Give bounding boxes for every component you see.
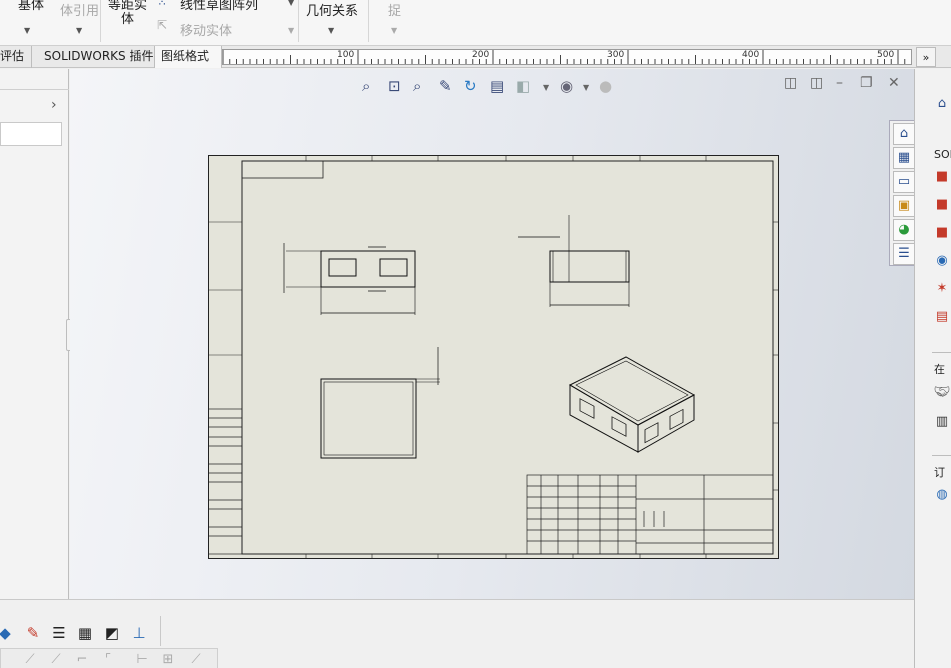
sketch-tool-icon[interactable]: ⌐ xyxy=(73,652,91,668)
chevron-down-icon[interactable]: ▼ xyxy=(328,26,334,35)
tools-icon[interactable]: ✶ xyxy=(932,279,951,299)
pane-divider xyxy=(932,352,951,353)
chevron-down-icon[interactable]: ▼ xyxy=(76,26,82,35)
appearance-icon[interactable]: ● xyxy=(599,77,612,95)
linear-pattern-icon: ⁙ xyxy=(157,0,168,9)
hide-show-edges-icon[interactable]: ◩ xyxy=(101,622,123,644)
eraser-icon[interactable]: ◆ xyxy=(0,622,16,644)
task-pane-tabs: ⌂ ▦ ▭ ▣ ◕ ☰ xyxy=(889,120,917,266)
minimize-icon[interactable]: – xyxy=(836,75,843,91)
tab-solidworks-addins[interactable]: SOLIDWORKS 插件 xyxy=(38,46,155,68)
command-tabs-bar: 评估 SOLIDWORKS 插件 图纸格式 100 200 300 400 50… xyxy=(0,46,951,68)
color-display-icon[interactable]: ⊥ xyxy=(128,622,150,644)
ruler-label: 200 xyxy=(472,50,490,60)
base-body-button[interactable]: 基体 xyxy=(18,0,44,13)
panel-divider xyxy=(0,89,69,90)
chevron-down-icon[interactable]: ▼ xyxy=(543,83,549,92)
line-style-icon[interactable]: ▦ xyxy=(74,622,96,644)
ruler-ticks xyxy=(223,50,906,64)
chevron-down-icon[interactable]: ▼ xyxy=(288,26,294,35)
line-color-icon[interactable]: ✎ xyxy=(22,622,44,644)
close-icon[interactable]: ✕ xyxy=(888,75,900,91)
body-reference-button[interactable]: 体引用 xyxy=(60,0,99,19)
viewer-icon[interactable]: ◉ xyxy=(932,251,951,271)
zoom-area-icon[interactable]: ⊡ xyxy=(388,77,401,95)
view-palette-icon[interactable]: ▣ xyxy=(893,195,915,217)
filter-input[interactable] xyxy=(0,122,62,146)
move-entities-icon: ⇱ xyxy=(157,18,168,32)
rotate-icon[interactable]: ↻ xyxy=(464,77,477,95)
solidworks-resource-icon[interactable]: ■ xyxy=(932,195,951,215)
zoom-to-fit-icon[interactable]: ⌕ xyxy=(362,77,370,95)
appearances-icon[interactable]: ◕ xyxy=(893,219,915,241)
toolbar-divider xyxy=(160,616,161,646)
graphics-area[interactable]: ⌕ ⊡ ⌕ ✎ ↻ ▤ ◧ ▼ ◉ ▼ ● ◫ ◫ – ❐ ✕ xyxy=(70,69,914,599)
quick-snaps-button[interactable]: 捉 xyxy=(388,0,401,19)
move-entities-button[interactable]: 移动实体 xyxy=(180,20,232,39)
chevron-down-icon[interactable]: ▼ xyxy=(391,26,397,35)
linear-sketch-pattern-button[interactable]: 线性草图阵列 xyxy=(180,0,258,13)
relations-button[interactable]: 几何关系 xyxy=(306,0,358,19)
horizontal-ruler: 100 200 300 400 500 xyxy=(222,49,912,65)
ruler-label: 300 xyxy=(607,50,625,60)
sheet-border xyxy=(208,155,779,559)
command-manager-ribbon: 基体 ▼ 体引用 ▼ 等距实 体 ⁙ 线性草图阵列 ▼ ⇱ 移动实体 ▼ 几何关… xyxy=(0,0,951,46)
offset-entities-label-line2: 体 xyxy=(121,12,135,27)
sketch-tool-icon[interactable]: ⌜ xyxy=(99,652,117,668)
handshake-icon[interactable]: 🤝︎ xyxy=(932,383,951,403)
ribbon-divider xyxy=(368,0,369,42)
globe-icon[interactable]: ◍ xyxy=(932,485,951,505)
sketch-tool-icon[interactable]: ⟋ xyxy=(187,652,205,668)
sketch-toolbar: ◆ ✎ ☰ ▦ ◩ ⊥ ⟋ ⟋ ⌐ ⌜ ⊢ ⊞ ⟋ xyxy=(0,599,914,668)
chevron-down-icon[interactable]: ▼ xyxy=(583,83,589,92)
double-chevron-right-icon[interactable]: » xyxy=(916,47,936,67)
feature-manager-panel: › xyxy=(0,69,76,599)
tile-left-icon[interactable]: ◫ xyxy=(784,75,797,91)
task-pane-section-label: 订 xyxy=(934,466,945,479)
3d-parts-icon[interactable]: ▦ xyxy=(893,147,915,169)
chevron-down-icon[interactable]: ▼ xyxy=(24,26,30,35)
home-icon[interactable]: ⌂ xyxy=(932,94,951,114)
line-thickness-icon[interactable]: ☰ xyxy=(48,622,70,644)
pan-icon[interactable]: ✎ xyxy=(439,77,452,95)
chevron-right-icon[interactable]: › xyxy=(51,97,57,113)
ruler-label: 400 xyxy=(742,50,760,60)
zoom-previous-icon[interactable]: ⌕ xyxy=(413,77,421,95)
restore-icon[interactable]: ❐ xyxy=(860,75,873,91)
solidworks-resource-icon[interactable]: ■ xyxy=(932,167,951,187)
tile-right-icon[interactable]: ◫ xyxy=(810,75,823,91)
view-orientation-icon[interactable]: ▤ xyxy=(490,77,504,95)
building-icon[interactable]: ▥ xyxy=(932,412,951,432)
tab-evaluate[interactable]: 评估 xyxy=(0,46,32,68)
display-style-icon[interactable]: ◧ xyxy=(516,77,530,95)
sketch-tool-icon[interactable]: ⊢ xyxy=(133,652,151,668)
document-icon[interactable]: ▤ xyxy=(932,307,951,327)
pane-divider xyxy=(932,455,951,456)
ruler-label: 500 xyxy=(877,50,895,60)
sketch-tool-icon[interactable]: ⟋ xyxy=(47,652,65,668)
task-pane-section-label: SOL xyxy=(934,148,951,161)
solidworks-resource-icon[interactable]: ■ xyxy=(932,223,951,243)
ribbon-divider xyxy=(100,0,101,42)
tab-sheet-format[interactable]: 图纸格式 xyxy=(155,46,222,68)
sketch-tool-icon[interactable]: ⟋ xyxy=(21,652,39,668)
ribbon-divider xyxy=(298,0,299,42)
custom-properties-icon[interactable]: ☰ xyxy=(893,243,915,265)
chevron-down-icon[interactable]: ▼ xyxy=(288,0,294,7)
hide-show-icon[interactable]: ◉ xyxy=(560,77,573,95)
ruler-label: 100 xyxy=(337,50,355,60)
sketch-tool-icon[interactable]: ⊞ xyxy=(159,652,177,668)
secondary-toolbar: ⟋ ⟋ ⌐ ⌜ ⊢ ⊞ ⟋ xyxy=(0,648,218,668)
home-icon[interactable]: ⌂ xyxy=(893,123,915,145)
task-pane-section-label: 在 xyxy=(934,363,945,376)
drawing-sheet[interactable] xyxy=(208,155,780,560)
file-explorer-icon[interactable]: ▭ xyxy=(893,171,915,193)
